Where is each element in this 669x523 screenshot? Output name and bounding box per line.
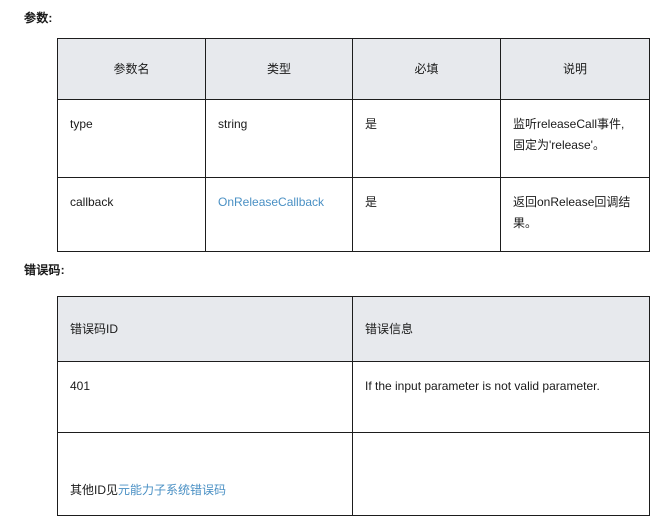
cell-param-name: type	[57, 99, 206, 178]
cell-param-description: 监听releaseCall事件, 固定为'release'。	[500, 99, 650, 178]
column-header-error-id: 错误码ID	[57, 296, 353, 362]
column-header-param-required: 必填	[352, 38, 501, 100]
error-codes-link-ability-subsystem[interactable]: 元能力子系统错误码	[118, 483, 226, 497]
cell-error-id: 其他ID见元能力子系统错误码	[57, 432, 353, 516]
params-section-label: 参数:	[24, 11, 53, 25]
column-header-param-description: 说明	[500, 38, 650, 100]
table-row: type string 是 监听releaseCall事件, 固定为'relea…	[57, 99, 650, 178]
table-row: 其他ID见元能力子系统错误码	[57, 432, 650, 516]
error-id-prefix-text: 其他ID见	[70, 483, 119, 497]
column-header-param-name: 参数名	[57, 38, 206, 100]
cell-param-description: 返回onRelease回调结果。	[500, 177, 650, 252]
cell-param-name: callback	[57, 177, 206, 252]
column-header-error-message: 错误信息	[352, 296, 650, 362]
table-row: 401 If the input parameter is not valid …	[57, 361, 650, 433]
error-codes-table: 错误码ID 错误信息 401 If the input parameter is…	[57, 296, 650, 516]
cell-param-type: string	[205, 99, 353, 178]
cell-error-message: If the input parameter is not valid para…	[352, 361, 650, 433]
cell-error-message	[352, 432, 650, 516]
cell-error-id: 401	[57, 361, 353, 433]
parameters-table: 参数名 类型 必填 说明 type string 是 监听releaseCall…	[57, 38, 650, 252]
table-header-row: 错误码ID 错误信息	[57, 296, 650, 362]
cell-param-type: OnReleaseCallback	[205, 177, 353, 252]
column-header-param-type: 类型	[205, 38, 353, 100]
cell-param-required: 是	[352, 99, 501, 178]
table-row: callback OnReleaseCallback 是 返回onRelease…	[57, 177, 650, 252]
errcodes-section-label: 错误码:	[24, 263, 65, 277]
table-header-row: 参数名 类型 必填 说明	[57, 38, 650, 100]
cell-param-required: 是	[352, 177, 501, 252]
type-link-onreleasecallback[interactable]: OnReleaseCallback	[218, 195, 324, 209]
